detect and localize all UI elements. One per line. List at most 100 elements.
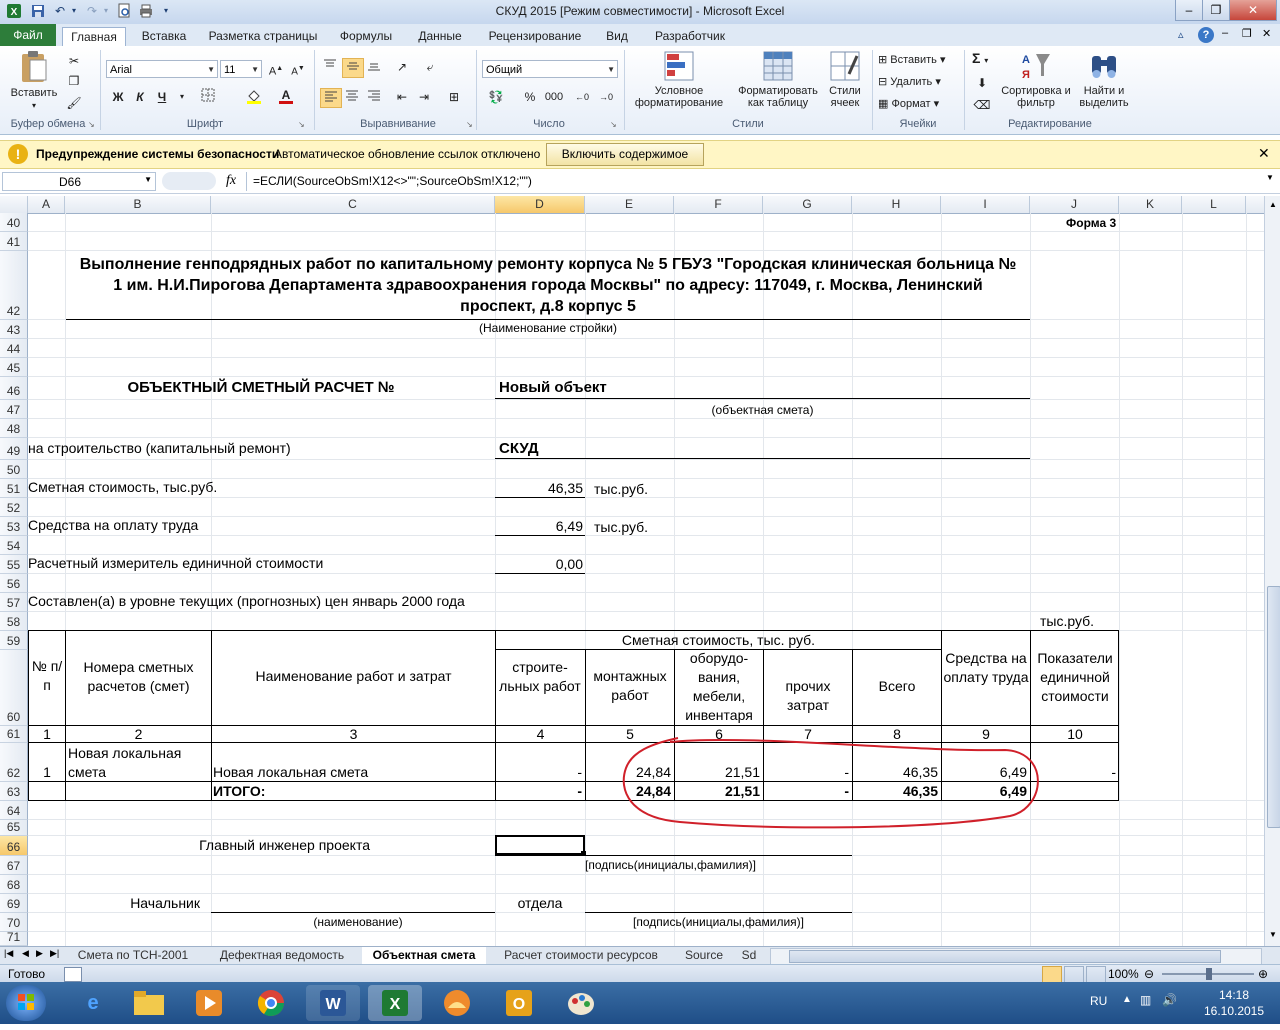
row-header[interactable]: 64 xyxy=(0,801,28,820)
thousands-separator-button[interactable]: 000 xyxy=(542,88,566,106)
row-header[interactable]: 54 xyxy=(0,536,28,555)
column-header-g[interactable]: G xyxy=(763,196,852,213)
chrome-icon[interactable] xyxy=(244,985,298,1021)
ribbon-minimize-icon[interactable]: ▵ xyxy=(1178,28,1192,42)
align-middle-icon[interactable] xyxy=(342,58,364,78)
increase-indent-icon[interactable]: ⇥ xyxy=(414,88,434,106)
font-name-combo[interactable]: Arial ▼ xyxy=(106,60,218,78)
network-icon[interactable]: ▥ xyxy=(1140,993,1151,1007)
align-bottom-icon[interactable] xyxy=(364,58,384,76)
clipboard-launcher-icon[interactable]: ↘ xyxy=(88,120,95,129)
column-header-f[interactable]: F xyxy=(674,196,763,213)
first-sheet-icon[interactable]: |◀ xyxy=(4,948,13,959)
fill-icon[interactable]: ⬇ xyxy=(972,74,992,92)
zoom-level[interactable]: 100% xyxy=(1108,967,1139,981)
select-all-corner[interactable] xyxy=(0,196,28,213)
row-header[interactable]: 62 xyxy=(0,743,28,782)
row-header[interactable]: 67 xyxy=(0,856,28,875)
zoom-out-icon[interactable]: ⊖ xyxy=(1144,967,1154,981)
tab-data[interactable]: Данные xyxy=(408,27,472,46)
selected-cell-d66[interactable] xyxy=(495,835,585,855)
vertical-scrollbar[interactable]: ▲ ▼ xyxy=(1264,196,1280,946)
horizontal-scroll-thumb[interactable] xyxy=(789,950,1221,963)
clock-time[interactable]: 14:18 xyxy=(1204,988,1264,1002)
row-header[interactable]: 47 xyxy=(0,400,28,419)
merge-center-icon[interactable]: ⊞ xyxy=(444,88,464,106)
paste-button[interactable]: Вставить ▾ xyxy=(6,50,62,112)
row-header[interactable]: 52 xyxy=(0,498,28,517)
align-center-icon[interactable] xyxy=(342,88,362,106)
row-header[interactable]: 44 xyxy=(0,339,28,358)
tab-view[interactable]: Вид xyxy=(598,27,636,46)
start-button[interactable] xyxy=(6,985,46,1021)
enable-content-button[interactable]: Включить содержимое xyxy=(546,143,704,166)
row-header[interactable]: 70 xyxy=(0,913,28,932)
expand-formula-bar-icon[interactable]: ▼ xyxy=(1266,173,1274,182)
align-top-icon[interactable] xyxy=(320,58,340,76)
autosum-button[interactable]: Σ ▾ xyxy=(972,51,988,67)
cell-styles-button[interactable]: Стили ячеек xyxy=(822,50,868,109)
sheet-tab-smeta-tsn[interactable]: Смета по ТСН-2001 xyxy=(66,947,200,964)
sheet-tab-sd[interactable]: Sd xyxy=(736,947,762,964)
row-header[interactable]: 51 xyxy=(0,479,28,498)
minimize-button[interactable]: – xyxy=(1175,0,1203,21)
copy-icon[interactable]: ❐ xyxy=(64,72,84,90)
row-header[interactable]: 61 xyxy=(0,726,28,743)
percent-button[interactable]: % xyxy=(520,88,540,106)
photo-viewer-icon[interactable] xyxy=(430,985,484,1021)
explorer-folder-icon[interactable] xyxy=(122,985,176,1021)
align-left-icon[interactable] xyxy=(320,88,342,108)
row-header[interactable]: 63 xyxy=(0,782,28,801)
tab-home[interactable]: Главная xyxy=(62,27,126,47)
word-icon[interactable]: W xyxy=(306,985,360,1021)
borders-icon[interactable] xyxy=(198,88,218,106)
tab-developer[interactable]: Разработчик xyxy=(646,27,734,46)
column-header-c[interactable]: C xyxy=(211,196,495,213)
row-header[interactable]: 53 xyxy=(0,517,28,536)
conditional-formatting-button[interactable]: Условное форматирование xyxy=(626,50,732,109)
zoom-in-icon[interactable]: ⊕ xyxy=(1258,967,1268,981)
row-header[interactable]: 55 xyxy=(0,555,28,574)
volume-icon[interactable]: 🔊 xyxy=(1162,993,1177,1007)
row-header[interactable]: 42 xyxy=(0,251,28,320)
row-header[interactable]: 43 xyxy=(0,320,28,339)
decrease-decimal-icon[interactable]: →0 xyxy=(596,88,616,106)
row-header[interactable]: 45 xyxy=(0,358,28,377)
row-header[interactable]: 68 xyxy=(0,875,28,894)
tab-insert[interactable]: Вставка xyxy=(132,27,196,46)
macro-record-icon[interactable] xyxy=(64,967,82,982)
format-painter-icon[interactable]: 🖌 xyxy=(64,94,84,112)
underline-button[interactable]: Ч xyxy=(152,88,172,106)
media-player-icon[interactable] xyxy=(182,985,236,1021)
workbook-restore-button[interactable]: ❐ xyxy=(1242,27,1252,40)
align-right-icon[interactable] xyxy=(364,88,384,106)
row-header[interactable]: 59 xyxy=(0,631,28,650)
zoom-slider-thumb[interactable] xyxy=(1206,968,1212,980)
number-launcher-icon[interactable]: ↘ xyxy=(610,120,617,129)
horizontal-scrollbar[interactable] xyxy=(770,948,1262,965)
column-header-a[interactable]: A xyxy=(28,196,65,213)
scroll-down-icon[interactable]: ▼ xyxy=(1266,928,1280,942)
sheet-tab-source[interactable]: Source xyxy=(676,947,732,964)
insert-function-icon[interactable]: fx xyxy=(226,173,236,189)
clock-date[interactable]: 16.10.2015 xyxy=(1196,1004,1272,1018)
sheet-tab-defect-list[interactable]: Дефектная ведомость xyxy=(206,947,358,964)
alignment-launcher-icon[interactable]: ↘ xyxy=(466,120,473,129)
row-header[interactable]: 56 xyxy=(0,574,28,593)
delete-cells-button[interactable]: ⊟ Удалить ▾ xyxy=(878,76,941,88)
row-header[interactable]: 50 xyxy=(0,460,28,479)
row-header[interactable]: 48 xyxy=(0,419,28,438)
row-header[interactable]: 60 xyxy=(0,650,28,726)
italic-button[interactable]: К xyxy=(130,88,150,106)
paint-icon[interactable] xyxy=(554,985,608,1021)
column-header-h[interactable]: H xyxy=(852,196,941,213)
grow-font-icon[interactable]: A▲ xyxy=(266,60,286,78)
workbook-minimize-button[interactable]: – xyxy=(1222,27,1228,39)
column-header-e[interactable]: E xyxy=(585,196,674,213)
prev-sheet-icon[interactable]: ◀ xyxy=(22,948,29,959)
column-header-b[interactable]: B xyxy=(65,196,211,213)
maximize-button[interactable]: ❐ xyxy=(1202,0,1230,21)
tab-review[interactable]: Рецензирование xyxy=(480,27,590,46)
bold-button[interactable]: Ж xyxy=(108,88,128,106)
number-format-combo[interactable]: Общий ▼ xyxy=(482,60,618,78)
